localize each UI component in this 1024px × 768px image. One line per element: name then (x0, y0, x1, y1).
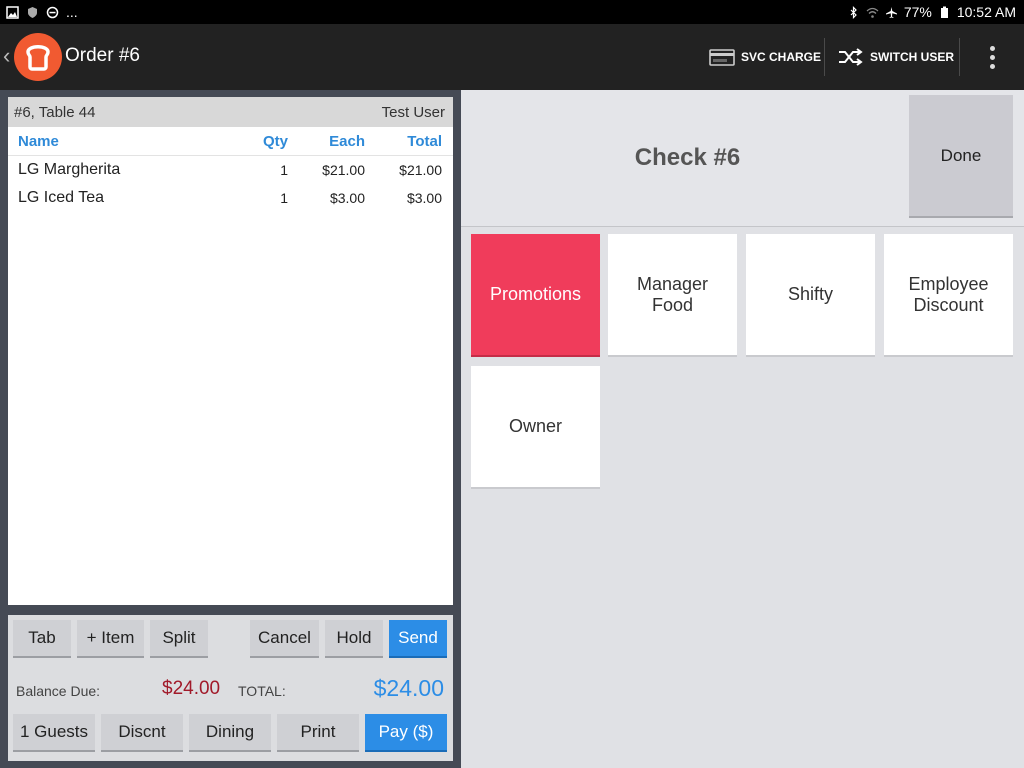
col-qty: Qty (262, 132, 288, 150)
guests-button[interactable]: 1 Guests (13, 714, 95, 752)
discount-button[interactable]: Discnt (101, 714, 183, 752)
switch-user-button[interactable]: SWITCH USER (838, 38, 954, 76)
divider (959, 38, 960, 76)
item-total: $21.00 (399, 162, 442, 178)
app-logo[interactable] (14, 33, 62, 81)
status-bar: ... 77% 10:52 AM (0, 0, 1024, 24)
hold-button[interactable]: Hold (325, 620, 383, 658)
battery-percent: 77% (903, 4, 932, 20)
item-total: $3.00 (406, 190, 442, 206)
check-card-header: #6, Table 44 Test User (8, 97, 453, 127)
send-button[interactable]: Send (389, 620, 447, 658)
item-name: LG Iced Tea (18, 189, 104, 206)
server-name: Test User (381, 103, 445, 121)
cancel-button[interactable]: Cancel (250, 620, 319, 658)
shuffle-icon (839, 48, 863, 66)
split-button[interactable]: Split (150, 620, 208, 658)
print-button[interactable]: Print (277, 714, 359, 752)
shifty-tile[interactable]: Shifty (746, 234, 875, 357)
gallery-icon (6, 5, 19, 19)
item-qty: 1 (280, 162, 288, 178)
battery-icon (940, 6, 948, 18)
table-row[interactable]: LG Iced Tea 1 $3.00 $3.00 (8, 184, 453, 212)
add-item-button[interactable]: + Item (77, 620, 144, 658)
more-notifications: ... (66, 4, 78, 20)
item-qty: 1 (280, 190, 288, 206)
employee-discount-tile[interactable]: Employee Discount (884, 234, 1013, 357)
item-table-header: Name Qty Each Total (8, 127, 453, 156)
table-row[interactable]: LG Margherita 1 $21.00 $21.00 (8, 156, 453, 184)
clock: 10:52 AM (956, 4, 1016, 20)
manager-food-tile[interactable]: Manager Food (608, 234, 737, 357)
toast-logo-icon (26, 45, 50, 71)
done-button[interactable]: Done (909, 95, 1013, 218)
action-bar: ‹ Order #6 SVC CHARGE SWITCH USER (0, 24, 1024, 90)
promotions-tile[interactable]: Promotions (471, 234, 600, 357)
tab-button[interactable]: Tab (13, 620, 71, 658)
item-name: LG Margherita (18, 161, 121, 178)
airplane-icon (885, 6, 897, 18)
svc-charge-label: SVC CHARGE (741, 50, 822, 64)
overflow-menu-icon[interactable] (980, 38, 1004, 76)
col-total: Total (407, 132, 442, 150)
pay-button[interactable]: Pay ($) (365, 714, 447, 752)
col-name: Name (18, 132, 59, 150)
card-icon (709, 49, 735, 66)
owner-tile[interactable]: Owner (471, 366, 600, 489)
switch-user-label: SWITCH USER (870, 50, 954, 64)
wifi-icon (866, 7, 879, 18)
total-value: $24.00 (373, 675, 444, 701)
balance-due-label: Balance Due: (16, 683, 101, 699)
check-card: #6, Table 44 Test User Name Qty Each Tot… (8, 97, 453, 605)
order-panel: #6, Table 44 Test User Name Qty Each Tot… (0, 90, 461, 768)
shield-icon (28, 6, 37, 18)
dining-button[interactable]: Dining (189, 714, 271, 752)
check-title: Check #6 (634, 144, 741, 171)
svc-charge-button[interactable]: SVC CHARGE (709, 38, 821, 76)
balance-due-value: $24.00 (162, 678, 221, 699)
do-not-disturb-icon (46, 6, 59, 18)
col-each: Each (329, 132, 365, 150)
item-each: $3.00 (329, 190, 365, 206)
check-header: Check #6 Done (461, 90, 1024, 227)
divider (824, 38, 825, 76)
total-label: TOTAL: (238, 683, 286, 699)
back-chevron-icon[interactable]: ‹ (3, 43, 10, 69)
bluetooth-icon (850, 5, 857, 19)
order-title: Order #6 (65, 45, 140, 66)
discount-panel: Check #6 Done Promotions Manager Food Sh… (461, 90, 1024, 768)
table-info: #6, Table 44 (14, 103, 96, 121)
item-each: $21.00 (322, 162, 365, 178)
check-actions-area: Tab + Item Split Cancel Hold Send Balanc… (8, 615, 453, 761)
